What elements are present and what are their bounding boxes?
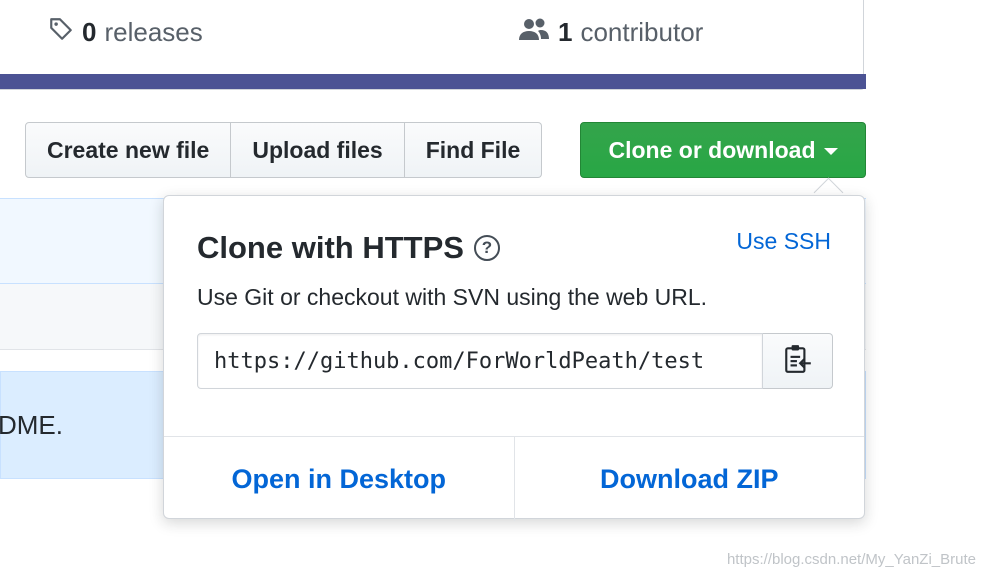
clone-or-download-label: Clone or download	[608, 136, 816, 163]
clipboard-icon	[783, 343, 813, 380]
clone-url-group	[197, 333, 833, 389]
people-icon	[518, 16, 550, 49]
clone-description: Use Git or checkout with SVN using the w…	[197, 284, 708, 310]
tag-icon	[48, 16, 74, 49]
find-file-button[interactable]: Find File	[404, 122, 543, 178]
readme-text: DME.	[0, 410, 63, 440]
clone-url-input[interactable]	[197, 333, 763, 389]
question-icon[interactable]: ?	[473, 235, 500, 261]
create-new-file-button[interactable]: Create new file	[25, 122, 232, 178]
language-bar[interactable]	[0, 74, 866, 89]
contributors-label: contributor	[580, 17, 704, 47]
clone-footer: Open in Desktop Download ZIP	[164, 436, 864, 521]
upload-files-button[interactable]: Upload files	[231, 122, 405, 178]
releases-label: releases	[104, 17, 203, 47]
releases-link[interactable]: 0 releases	[48, 16, 203, 49]
download-zip-link[interactable]: Download ZIP	[513, 437, 865, 521]
use-ssh-link[interactable]: Use SSH	[736, 228, 831, 255]
caret-down-icon	[823, 148, 838, 155]
clone-title: Clone with HTTPS ?	[197, 230, 500, 266]
clone-dropdown: Clone with HTTPS ? Use SSH Use Git or ch…	[163, 195, 865, 521]
contributors-count: 1	[558, 17, 573, 47]
releases-count: 0	[82, 17, 97, 47]
file-actions-group: Create new file Upload files Find File	[25, 122, 543, 178]
contributors-link[interactable]: 1 contributor	[518, 16, 703, 49]
clone-title-text: Clone with HTTPS	[197, 230, 464, 265]
copy-url-button[interactable]	[763, 333, 833, 389]
watermark-text: https://blog.csdn.net/My_YanZi_Brute	[726, 551, 976, 568]
clone-or-download-button[interactable]: Clone or download	[580, 122, 866, 178]
open-in-desktop-link[interactable]: Open in Desktop	[164, 437, 514, 521]
